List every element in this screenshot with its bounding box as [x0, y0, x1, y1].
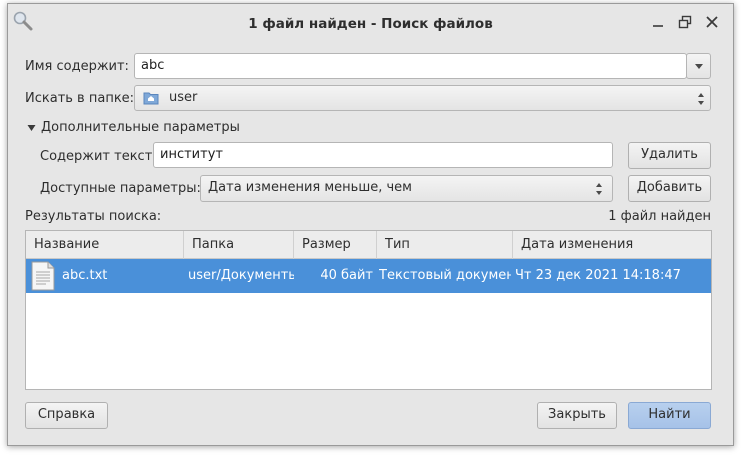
contains-text-input[interactable]: институт [153, 142, 613, 168]
column-header-size[interactable]: Размер [294, 231, 377, 259]
home-folder-icon [143, 92, 159, 105]
available-options-label: Доступные параметры: [40, 181, 201, 196]
search-folder-combo[interactable]: user [134, 85, 711, 111]
add-button[interactable]: Добавить [628, 175, 711, 202]
triangle-down-icon [27, 125, 36, 131]
contains-text-label: Содержит текст: [40, 149, 157, 164]
text-file-icon [31, 261, 55, 291]
chevron-down-icon [695, 64, 703, 69]
close-icon[interactable] [704, 14, 720, 30]
column-header-type[interactable]: Тип [377, 231, 513, 259]
results-count: 1 файл найден [608, 209, 711, 224]
advanced-options-label: Дополнительные параметры [41, 120, 240, 135]
cell-size: 40 байт [320, 268, 373, 283]
close-button[interactable]: Закрыть [537, 402, 617, 429]
titlebar[interactable]: 1 файл найден - Поиск файлов [8, 4, 733, 44]
cell-type: Текстовый документ [379, 268, 511, 283]
cell-modified: Чт 23 дек 2021 14:18:47 [515, 268, 681, 283]
column-header-modified[interactable]: Дата изменения [513, 231, 711, 259]
table-row[interactable]: abc.txt user/Документы 40 байт Текстовый… [26, 259, 711, 293]
restore-icon[interactable] [677, 14, 693, 30]
find-button[interactable]: Найти [628, 402, 711, 429]
column-header-name[interactable]: Название [26, 231, 184, 259]
name-history-button[interactable] [686, 53, 711, 79]
column-header-folder[interactable]: Папка [184, 231, 294, 259]
minimize-icon[interactable] [650, 14, 666, 30]
updown-arrows-icon [596, 183, 602, 195]
name-contains-label: Имя содержит: [25, 59, 129, 74]
window-title: 1 файл найден - Поиск файлов [248, 16, 493, 32]
table-header: Название Папка Размер Тип Дата изменения [26, 231, 711, 259]
results-table[interactable]: Название Папка Размер Тип Дата изменения… [25, 230, 712, 390]
cell-folder: user/Документы [188, 268, 294, 283]
search-files-dialog: 1 файл найден - Поиск файлов Имя содержи… [7, 3, 734, 446]
search-folder-label: Искать в папке: [25, 91, 135, 106]
remove-button[interactable]: Удалить [628, 142, 711, 169]
search-folder-value: user [169, 90, 198, 105]
search-results-label: Результаты поиска: [25, 209, 162, 224]
available-options-value: Дата изменения меньше, чем [208, 180, 412, 195]
help-button[interactable]: Справка [25, 402, 108, 429]
name-contains-input[interactable]: abc [134, 53, 687, 79]
cell-name: abc.txt [62, 268, 108, 283]
updown-arrows-icon [698, 93, 704, 105]
available-options-combo[interactable]: Дата изменения меньше, чем [200, 175, 613, 202]
